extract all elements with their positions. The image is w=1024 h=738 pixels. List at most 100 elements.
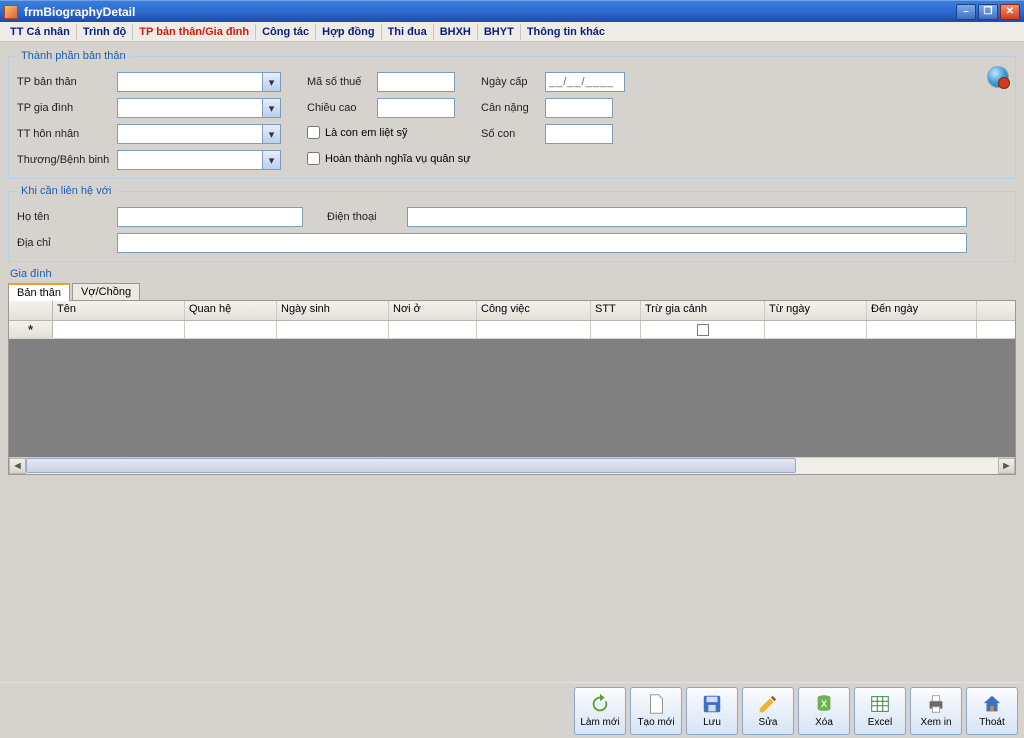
group-thanhphan: Thành phần bản thân TP bản thân ▾ Mã số … [8, 50, 1016, 179]
input-dienthoai[interactable] [407, 207, 967, 227]
scroll-track[interactable] [26, 458, 998, 474]
input-ngaycap[interactable] [545, 72, 625, 92]
delete-icon: X [813, 693, 835, 715]
scroll-thumb[interactable] [26, 458, 796, 473]
menubar: TT Cá nhân Trình độ TP bản thân/Gia đình… [0, 22, 1024, 42]
menu-thong-tin-khac[interactable]: Thông tin khác [521, 24, 611, 40]
chevron-down-icon[interactable]: ▾ [262, 125, 280, 143]
label-diachi: Địa chỉ [17, 237, 117, 249]
group-lienhe-legend: Khi cần liên hệ với [17, 185, 115, 197]
excel-button[interactable]: Excel [854, 687, 906, 735]
scroll-right-icon[interactable]: ► [998, 458, 1015, 474]
menu-tt-ca-nhan[interactable]: TT Cá nhân [4, 24, 77, 40]
grid-body[interactable]: * [9, 321, 1015, 457]
menu-bhyt[interactable]: BHYT [478, 24, 521, 40]
col-ngaysinh[interactable]: Ngày sinh [277, 301, 389, 320]
edit-button[interactable]: Sửa [742, 687, 794, 735]
menu-tp-banthan[interactable]: TP bản thân/Gia đình [133, 24, 256, 40]
tab-vochong[interactable]: Vợ/Chồng [72, 283, 140, 300]
checkbox-icon[interactable] [697, 324, 709, 336]
refresh-button[interactable]: Làm mới [574, 687, 626, 735]
scroll-left-icon[interactable]: ◄ [9, 458, 26, 474]
delete-button[interactable]: X Xóa [798, 687, 850, 735]
cell-congviec[interactable] [477, 321, 591, 338]
menu-trinh-do[interactable]: Trình độ [77, 24, 133, 40]
app-icon [4, 5, 18, 19]
grid-corner [9, 301, 53, 320]
cell-trugiacanh[interactable] [641, 321, 765, 338]
col-tungay[interactable]: Từ ngày [765, 301, 867, 320]
label-cannang: Cân nặng [481, 102, 529, 114]
cell-quanhe[interactable] [185, 321, 277, 338]
newrow-marker: * [9, 321, 53, 338]
combo-tp-giadinh[interactable]: ▾ [117, 98, 281, 118]
label-chieucao: Chiều cao [307, 102, 357, 114]
col-stt[interactable]: STT [591, 301, 641, 320]
combo-tthonnhan[interactable]: ▾ [117, 124, 281, 144]
chevron-down-icon[interactable]: ▾ [262, 73, 280, 91]
save-icon [701, 693, 723, 715]
label-giadinh: Gia đình [10, 268, 1016, 280]
menu-cong-tac[interactable]: Công tác [256, 24, 316, 40]
grid-new-row[interactable]: * [9, 321, 1015, 339]
menu-bhxh[interactable]: BHXH [434, 24, 478, 40]
new-file-icon [645, 693, 667, 715]
label-tp-banthan: TP bản thân [17, 76, 77, 88]
h-scrollbar[interactable]: ◄ ► [9, 457, 1015, 474]
label-ngaycap: Ngày cấp [481, 76, 527, 88]
col-quanhe[interactable]: Quan hệ [185, 301, 277, 320]
label-socon: Số con [481, 128, 515, 140]
cell-ngaysinh[interactable] [277, 321, 389, 338]
input-cannang[interactable] [545, 98, 613, 118]
col-ten[interactable]: Tên [53, 301, 185, 320]
label-thuongbb: Thương/Bệnh binh [17, 154, 109, 166]
group-lienhe: Khi cần liên hệ với Họ tên Điện thoại Đị… [8, 185, 1016, 262]
tabs-strip: Bản thân Vợ/Chồng [8, 280, 1016, 300]
group-thanhphan-legend: Thành phần bản thân [17, 50, 130, 62]
bottom-toolbar: Làm mới Tạo mới Lưu Sửa X Xóa Excel Xem … [0, 682, 1024, 738]
minimize-button[interactable]: – [956, 4, 976, 20]
combo-thuongbb[interactable]: ▾ [117, 150, 281, 170]
col-trugiacanh[interactable]: Trừ gia cảnh [641, 301, 765, 320]
home-icon [981, 693, 1003, 715]
tab-banthan[interactable]: Bản thân [8, 283, 70, 301]
input-hoten[interactable] [117, 207, 303, 227]
exit-button[interactable]: Thoát [966, 687, 1018, 735]
checkbox-hoanthanh-nvqs[interactable]: Hoàn thành nghĩa vụ quân sự [307, 152, 471, 165]
window-title: frmBiographyDetail [24, 5, 135, 19]
globe-icon[interactable] [987, 66, 1009, 88]
close-button[interactable]: ✕ [1000, 4, 1020, 20]
cell-ten[interactable] [53, 321, 185, 338]
cell-noio[interactable] [389, 321, 477, 338]
input-masothue[interactable] [377, 72, 455, 92]
combo-tp-banthan[interactable]: ▾ [117, 72, 281, 92]
print-preview-button[interactable]: Xem in [910, 687, 962, 735]
label-tthonnhan: TT hôn nhân [17, 128, 79, 140]
titlebar: frmBiographyDetail – ❐ ✕ [0, 0, 1024, 22]
cell-tungay[interactable] [765, 321, 867, 338]
input-diachi[interactable] [117, 233, 967, 253]
menu-hop-dong[interactable]: Hợp đồng [316, 24, 381, 40]
datagrid[interactable]: Tên Quan hệ Ngày sinh Nơi ở Công việc ST… [8, 300, 1016, 475]
chevron-down-icon[interactable]: ▾ [262, 151, 280, 169]
input-socon[interactable] [545, 124, 613, 144]
edit-icon [757, 693, 779, 715]
new-button[interactable]: Tạo mới [630, 687, 682, 735]
maximize-button[interactable]: ❐ [978, 4, 998, 20]
checkbox-laconem[interactable]: Là con em liệt sỹ [307, 126, 408, 139]
menu-thi-dua[interactable]: Thi đua [382, 24, 434, 40]
chevron-down-icon[interactable]: ▾ [262, 99, 280, 117]
save-button[interactable]: Lưu [686, 687, 738, 735]
label-masothue: Mã số thuế [307, 76, 361, 88]
label-hoten: Họ tên [17, 211, 117, 223]
excel-icon [869, 693, 891, 715]
col-denngay[interactable]: Đến ngày [867, 301, 977, 320]
col-congviec[interactable]: Công việc [477, 301, 591, 320]
refresh-icon [589, 693, 611, 715]
label-dienthoai: Điện thoại [327, 211, 407, 223]
grid-header: Tên Quan hệ Ngày sinh Nơi ở Công việc ST… [9, 301, 1015, 321]
input-chieucao[interactable] [377, 98, 455, 118]
cell-denngay[interactable] [867, 321, 977, 338]
col-noio[interactable]: Nơi ở [389, 301, 477, 320]
cell-stt[interactable] [591, 321, 641, 338]
